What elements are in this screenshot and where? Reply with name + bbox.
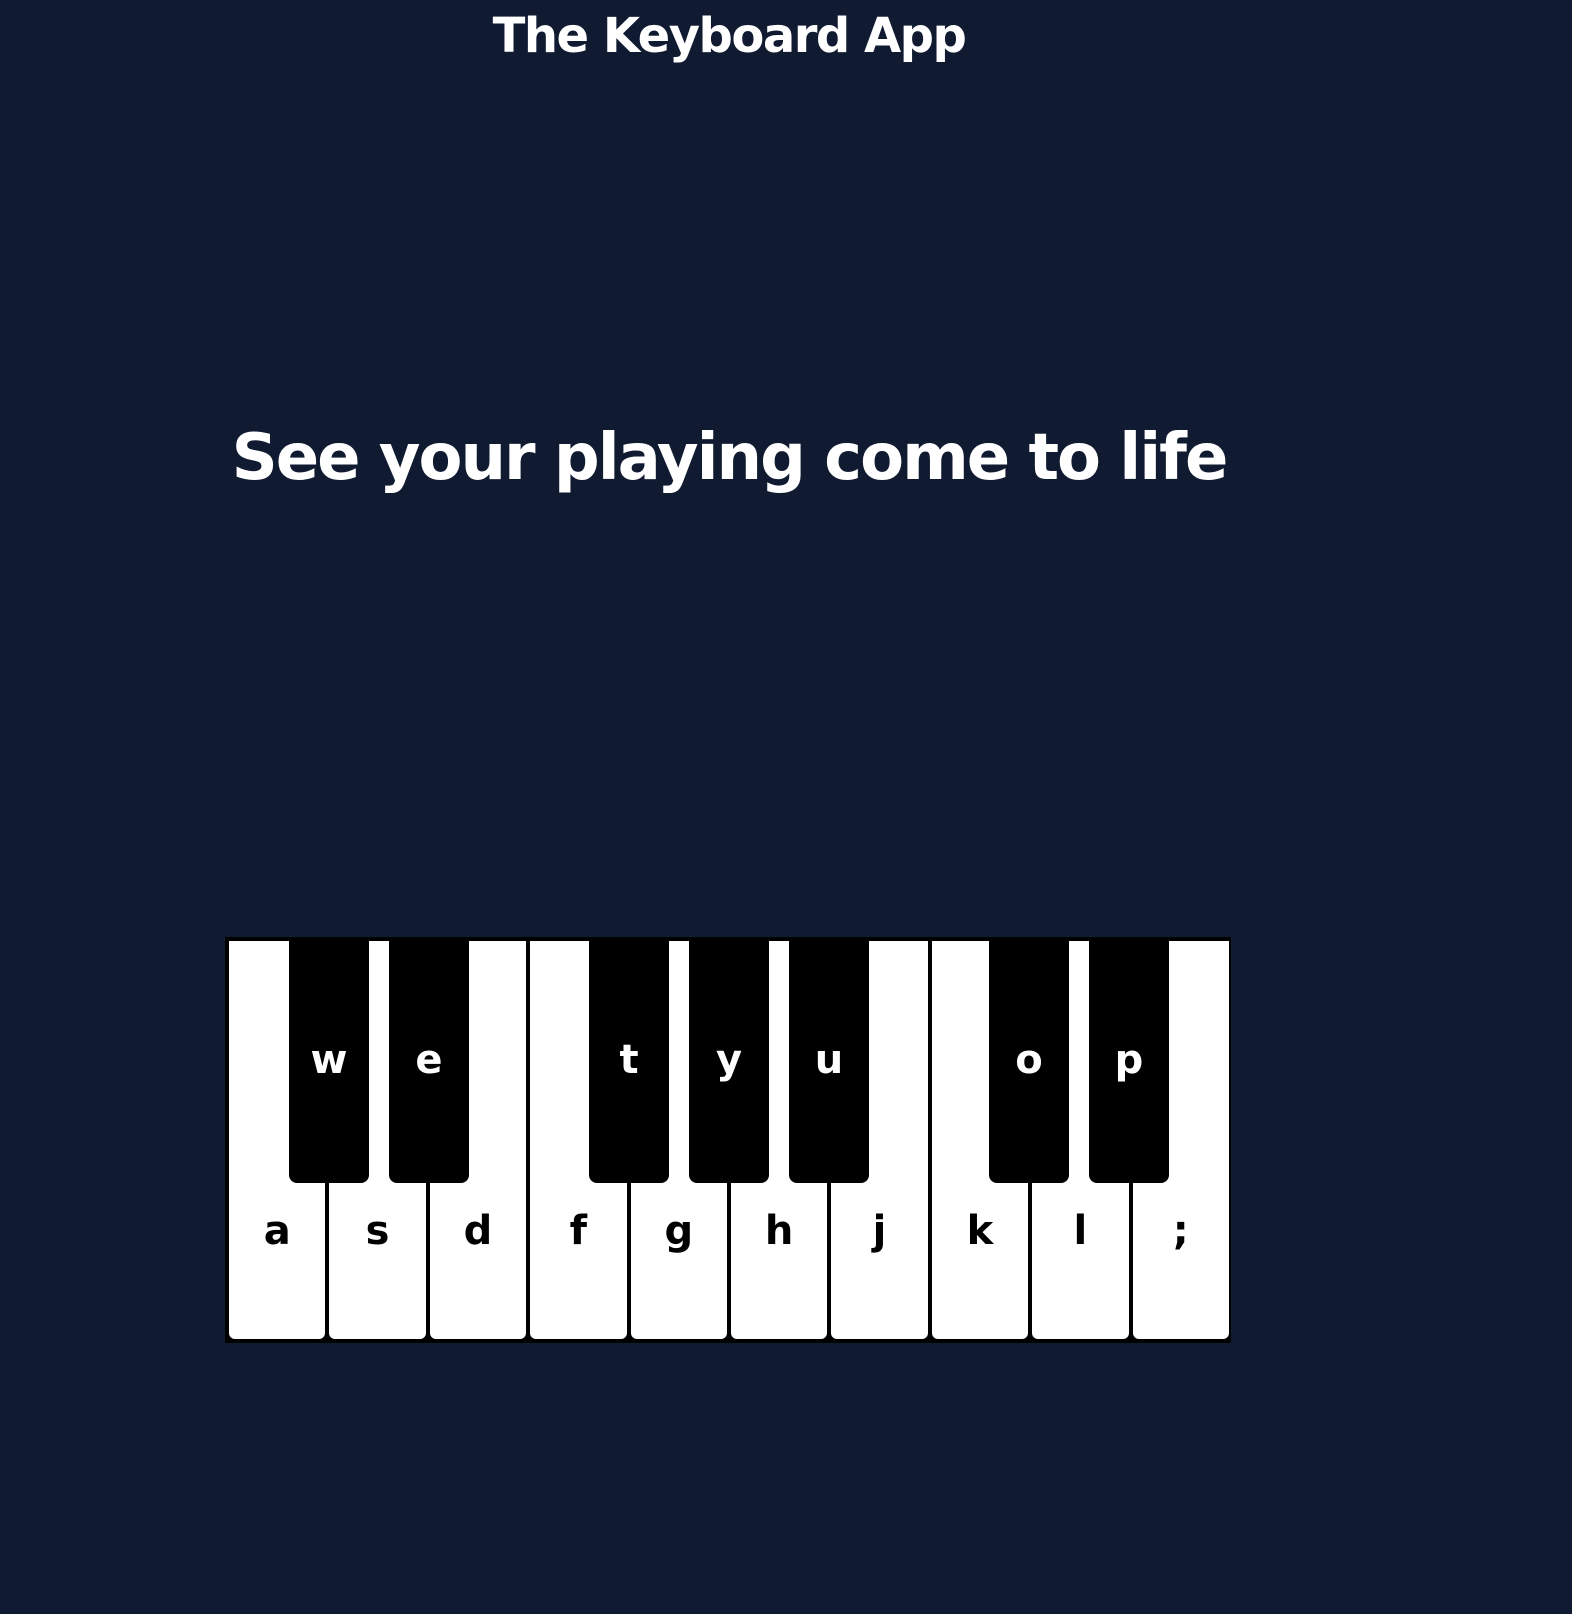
key-label: l xyxy=(1073,1208,1088,1254)
black-key-w[interactable]: w xyxy=(289,941,369,1183)
key-label: e xyxy=(415,1037,443,1083)
key-label: f xyxy=(569,1208,588,1254)
key-label: p xyxy=(1114,1037,1144,1083)
black-key-p[interactable]: p xyxy=(1089,941,1169,1183)
key-label: ; xyxy=(1172,1208,1189,1254)
key-label: w xyxy=(310,1037,348,1083)
app-title: The Keyboard App xyxy=(492,8,967,64)
black-key-u[interactable]: u xyxy=(789,941,869,1183)
black-key-e[interactable]: e xyxy=(389,941,469,1183)
piano-keyboard: a s d f g h j k l ; w e t y u o p xyxy=(225,937,1231,1343)
key-label: g xyxy=(664,1208,694,1254)
key-label: a xyxy=(263,1208,291,1254)
key-label: h xyxy=(764,1208,794,1254)
key-label: j xyxy=(872,1208,887,1254)
key-label: u xyxy=(814,1037,844,1083)
black-key-t[interactable]: t xyxy=(589,941,669,1183)
black-key-y[interactable]: y xyxy=(689,941,769,1183)
hero-heading: See your playing come to life xyxy=(231,421,1229,495)
key-label: o xyxy=(1015,1037,1043,1083)
key-label: y xyxy=(715,1037,743,1083)
key-label: t xyxy=(619,1037,639,1083)
key-label: s xyxy=(365,1208,390,1254)
key-label: d xyxy=(463,1208,493,1254)
key-label: k xyxy=(966,1208,994,1254)
black-key-o[interactable]: o xyxy=(989,941,1069,1183)
